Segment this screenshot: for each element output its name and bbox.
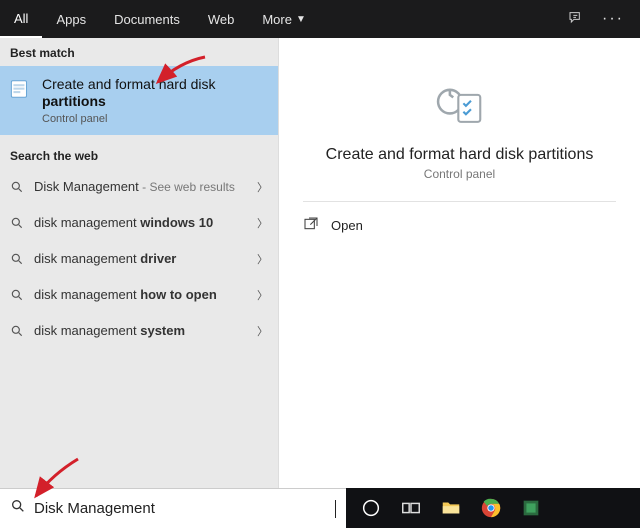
tab-more-label: More — [262, 12, 292, 27]
header-actions: ··· — [568, 10, 640, 29]
chevron-right-icon: 〉 — [257, 179, 268, 195]
search-input-bar[interactable]: Disk Management — [0, 488, 346, 528]
best-match-label: Best match — [0, 38, 278, 66]
tab-apps[interactable]: Apps — [42, 0, 100, 38]
search-icon — [10, 498, 34, 519]
more-options-icon[interactable]: ··· — [602, 10, 624, 28]
tab-all[interactable]: All — [0, 0, 42, 38]
search-icon — [10, 324, 24, 338]
search-icon — [10, 180, 24, 194]
search-icon — [10, 252, 24, 266]
web-section-label: Search the web — [0, 141, 278, 169]
best-match-title: Create and format hard disk partitions — [42, 76, 266, 110]
results-pane: Best match Create and format hard disk p… — [0, 38, 278, 488]
web-results-list: Disk Management - See web results 〉 disk… — [0, 169, 278, 349]
control-panel-icon — [10, 78, 32, 100]
tab-documents-label: Documents — [114, 12, 180, 27]
open-icon — [303, 216, 319, 235]
web-result[interactable]: Disk Management - See web results 〉 — [0, 169, 278, 205]
web-result-label: disk management system — [34, 323, 257, 338]
search-header: All Apps Documents Web More ▼ ··· — [0, 0, 640, 38]
web-result[interactable]: disk management driver 〉 — [0, 241, 278, 277]
task-view-icon[interactable] — [392, 488, 430, 528]
web-result[interactable]: disk management how to open 〉 — [0, 277, 278, 313]
tab-web[interactable]: Web — [194, 0, 249, 38]
tab-more[interactable]: More ▼ — [248, 0, 320, 38]
web-result[interactable]: disk management windows 10 〉 — [0, 205, 278, 241]
feedback-icon[interactable] — [568, 10, 584, 29]
web-result-label: disk management windows 10 — [34, 215, 257, 230]
detail-app-icon — [433, 78, 487, 132]
chevron-right-icon: 〉 — [257, 215, 268, 231]
cortana-icon[interactable] — [352, 488, 390, 528]
detail-pane: Create and format hard disk partitions C… — [278, 38, 640, 488]
tab-documents[interactable]: Documents — [100, 0, 194, 38]
web-result-label: disk management how to open — [34, 287, 257, 302]
taskbar — [346, 488, 640, 528]
tab-all-label: All — [14, 11, 28, 26]
detail-header: Create and format hard disk partitions C… — [279, 38, 640, 181]
search-icon — [10, 216, 24, 230]
chevron-down-icon: ▼ — [296, 14, 306, 25]
file-explorer-icon[interactable] — [432, 488, 470, 528]
chevron-right-icon: 〉 — [257, 323, 268, 339]
open-label: Open — [331, 218, 363, 233]
tab-apps-label: Apps — [56, 12, 86, 27]
search-body: Best match Create and format hard disk p… — [0, 38, 640, 488]
best-match-result[interactable]: Create and format hard disk partitions C… — [0, 66, 278, 135]
chevron-right-icon: 〉 — [257, 287, 268, 303]
search-input[interactable]: Disk Management — [34, 500, 335, 517]
open-action[interactable]: Open — [279, 202, 640, 249]
text-caret — [335, 500, 336, 518]
detail-title: Create and format hard disk partitions — [279, 146, 640, 164]
web-result-label: disk management driver — [34, 251, 257, 266]
tab-web-label: Web — [208, 12, 235, 27]
best-match-subtitle: Control panel — [42, 113, 266, 125]
filter-tabs: All Apps Documents Web More ▼ — [0, 0, 320, 38]
detail-subtitle: Control panel — [279, 167, 640, 181]
search-icon — [10, 288, 24, 302]
chrome-icon[interactable] — [472, 488, 510, 528]
chevron-right-icon: 〉 — [257, 251, 268, 267]
web-result-label: Disk Management - See web results — [34, 179, 257, 194]
app-icon[interactable] — [512, 488, 550, 528]
web-result[interactable]: disk management system 〉 — [0, 313, 278, 349]
